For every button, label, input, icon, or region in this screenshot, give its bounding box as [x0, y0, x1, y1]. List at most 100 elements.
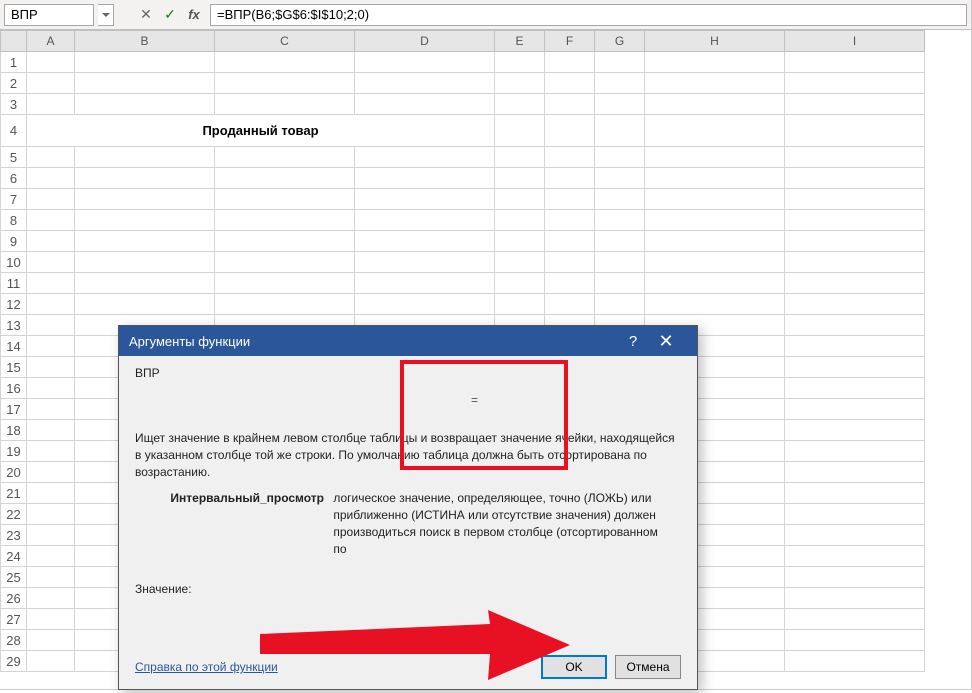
- dialog-help-icon[interactable]: ?: [621, 333, 645, 350]
- cell-D11[interactable]: [355, 273, 495, 294]
- row-header-29[interactable]: 29: [1, 651, 27, 672]
- cell-E9[interactable]: [495, 231, 545, 252]
- cell-F10[interactable]: [545, 252, 595, 273]
- cell-G11[interactable]: [595, 273, 645, 294]
- column-header-G[interactable]: G: [595, 31, 645, 52]
- cell-C2[interactable]: [215, 73, 355, 94]
- cell-I14[interactable]: [785, 336, 925, 357]
- cell-A20[interactable]: [27, 462, 75, 483]
- cell-A10[interactable]: [27, 252, 75, 273]
- row-header-28[interactable]: 28: [1, 630, 27, 651]
- cell-H3[interactable]: [645, 94, 785, 115]
- cell-B1[interactable]: [75, 52, 215, 73]
- cell-C6[interactable]: [215, 168, 355, 189]
- cell-H5[interactable]: [645, 147, 785, 168]
- column-header-I[interactable]: I: [785, 31, 925, 52]
- cell-I19[interactable]: [785, 441, 925, 462]
- cell-A24[interactable]: [27, 546, 75, 567]
- row-header-22[interactable]: 22: [1, 504, 27, 525]
- cell-I18[interactable]: [785, 420, 925, 441]
- function-help-link[interactable]: Справка по этой функции: [135, 660, 278, 674]
- column-header-B[interactable]: B: [75, 31, 215, 52]
- cell-E7[interactable]: [495, 189, 545, 210]
- row-header-5[interactable]: 5: [1, 147, 27, 168]
- cell-G9[interactable]: [595, 231, 645, 252]
- cancel-button[interactable]: Отмена: [615, 655, 681, 679]
- cell-A27[interactable]: [27, 609, 75, 630]
- cell-C3[interactable]: [215, 94, 355, 115]
- cell-H2[interactable]: [645, 73, 785, 94]
- cell-C11[interactable]: [215, 273, 355, 294]
- cell-B11[interactable]: [75, 273, 215, 294]
- cell-A23[interactable]: [27, 525, 75, 546]
- row-header-19[interactable]: 19: [1, 441, 27, 462]
- cell-A14[interactable]: [27, 336, 75, 357]
- cell-I2[interactable]: [785, 73, 925, 94]
- cell-G1[interactable]: [595, 52, 645, 73]
- cell-G12[interactable]: [595, 294, 645, 315]
- cell-D12[interactable]: [355, 294, 495, 315]
- row-header-27[interactable]: 27: [1, 609, 27, 630]
- cell-B7[interactable]: [75, 189, 215, 210]
- row-header-21[interactable]: 21: [1, 483, 27, 504]
- cell-I16[interactable]: [785, 378, 925, 399]
- cell-I12[interactable]: [785, 294, 925, 315]
- cell-A13[interactable]: [27, 315, 75, 336]
- row-header-17[interactable]: 17: [1, 399, 27, 420]
- cell-A8[interactable]: [27, 210, 75, 231]
- cell-D9[interactable]: [355, 231, 495, 252]
- cell-E10[interactable]: [495, 252, 545, 273]
- cell-G5[interactable]: [595, 147, 645, 168]
- cell-F12[interactable]: [545, 294, 595, 315]
- column-header-F[interactable]: F: [545, 31, 595, 52]
- cell-H7[interactable]: [645, 189, 785, 210]
- cell-A26[interactable]: [27, 588, 75, 609]
- column-header-D[interactable]: D: [355, 31, 495, 52]
- cell-A3[interactable]: [27, 94, 75, 115]
- dialog-titlebar[interactable]: Аргументы функции ? ✕: [119, 326, 697, 356]
- ok-button[interactable]: OK: [541, 655, 607, 679]
- cell-A22[interactable]: [27, 504, 75, 525]
- cell-G6[interactable]: [595, 168, 645, 189]
- cell-B5[interactable]: [75, 147, 215, 168]
- cell-H6[interactable]: [645, 168, 785, 189]
- cell-I25[interactable]: [785, 567, 925, 588]
- cell-B6[interactable]: [75, 168, 215, 189]
- cell-D1[interactable]: [355, 52, 495, 73]
- row-header-3[interactable]: 3: [1, 94, 27, 115]
- cell-D6[interactable]: [355, 168, 495, 189]
- cell-I26[interactable]: [785, 588, 925, 609]
- cell-D10[interactable]: [355, 252, 495, 273]
- cell-E1[interactable]: [495, 52, 545, 73]
- cell-C8[interactable]: [215, 210, 355, 231]
- row-header-20[interactable]: 20: [1, 462, 27, 483]
- row-header-12[interactable]: 12: [1, 294, 27, 315]
- accept-formula-icon[interactable]: ✓: [158, 4, 182, 26]
- cell-A6[interactable]: [27, 168, 75, 189]
- cell-E4[interactable]: [545, 115, 595, 147]
- row-header-18[interactable]: 18: [1, 420, 27, 441]
- cell-I1[interactable]: [785, 52, 925, 73]
- cell-C10[interactable]: [215, 252, 355, 273]
- cell-F7[interactable]: [545, 189, 595, 210]
- row-header-15[interactable]: 15: [1, 357, 27, 378]
- cell-I29[interactable]: [785, 651, 925, 672]
- row-header-6[interactable]: 6: [1, 168, 27, 189]
- column-header-C[interactable]: C: [215, 31, 355, 52]
- cancel-formula-icon[interactable]: ✕: [134, 4, 158, 26]
- row-header-9[interactable]: 9: [1, 231, 27, 252]
- cell-I8[interactable]: [785, 210, 925, 231]
- cell-D5[interactable]: [355, 147, 495, 168]
- cell-I7[interactable]: [785, 189, 925, 210]
- cell-F8[interactable]: [545, 210, 595, 231]
- cell-B3[interactable]: [75, 94, 215, 115]
- cell-I6[interactable]: [785, 168, 925, 189]
- column-header-A[interactable]: A: [27, 31, 75, 52]
- cell-F9[interactable]: [545, 231, 595, 252]
- cell-G8[interactable]: [595, 210, 645, 231]
- row-header-13[interactable]: 13: [1, 315, 27, 336]
- cell-H10[interactable]: [645, 252, 785, 273]
- cell-B10[interactable]: [75, 252, 215, 273]
- row-header-26[interactable]: 26: [1, 588, 27, 609]
- cell-C5[interactable]: [215, 147, 355, 168]
